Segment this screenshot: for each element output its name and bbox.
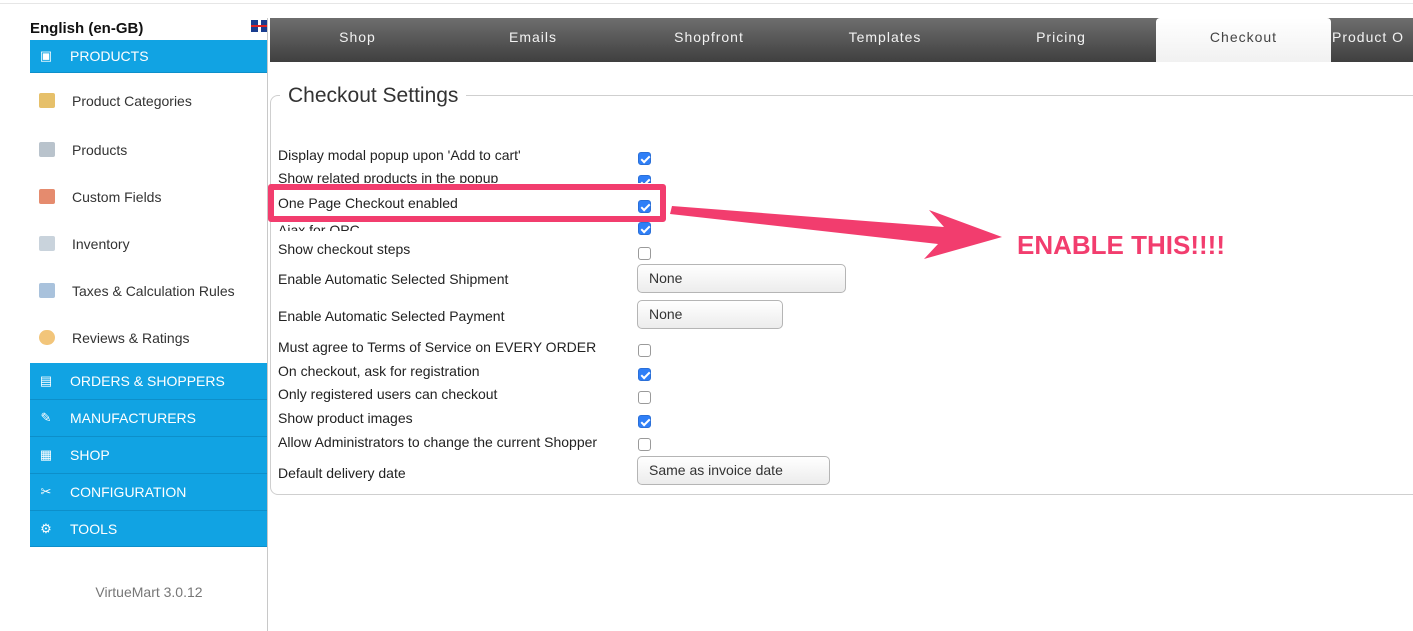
sidebar: English (en-GB) ▣ PRODUCTS Product Categ… <box>30 18 268 631</box>
tab-product-orders[interactable]: Product O <box>1332 18 1413 62</box>
products-icon <box>39 142 55 157</box>
sidebar-item-custom-fields[interactable]: Custom Fields <box>30 174 268 220</box>
sidebar-section-manufacturers[interactable]: ✎ MANUFACTURERS <box>30 400 268 437</box>
sidebar-item-label: Inventory <box>72 236 130 252</box>
setting-label: Must agree to Terms of Service on EVERY … <box>278 339 597 355</box>
tab-bar: Shop Emails Shopfront Templates Pricing … <box>270 18 1413 62</box>
sidebar-item-product-categories[interactable]: Product Categories <box>30 78 268 124</box>
ajax-opc-checkbox[interactable] <box>638 222 651 235</box>
annotation-text: ENABLE THIS!!!! <box>1017 230 1225 260</box>
setting-label: On checkout, ask for registration <box>278 363 480 379</box>
sidebar-item-taxes[interactable]: Taxes & Calculation Rules <box>30 268 268 314</box>
sidebar-section-tools[interactable]: ⚙ TOOLS <box>30 511 268 547</box>
tab-checkout[interactable]: Checkout <box>1156 18 1331 62</box>
top-divider <box>0 3 1413 4</box>
setting-label: Only registered users can checkout <box>278 386 498 402</box>
sidebar-item-products[interactable]: Products <box>30 127 268 173</box>
setting-label: Default delivery date <box>278 465 406 481</box>
sidebar-item-inventory[interactable]: Inventory <box>30 221 268 267</box>
setting-label: Show related products in the popup <box>278 170 499 183</box>
categories-icon <box>39 93 55 108</box>
setting-label: Ajax for OPC <box>278 222 360 231</box>
terms-of-service-checkbox[interactable] <box>638 344 651 357</box>
custom-fields-icon <box>39 189 55 204</box>
setting-label: Show checkout steps <box>278 241 411 257</box>
sidebar-item-reviews[interactable]: Reviews & Ratings <box>30 315 268 361</box>
tab-pricing[interactable]: Pricing <box>973 18 1149 62</box>
auto-payment-select[interactable]: None <box>637 300 783 329</box>
version-label: VirtueMart 3.0.12 <box>95 584 203 600</box>
calculator-icon <box>39 283 55 298</box>
sidebar-item-label: Products <box>72 142 128 158</box>
setting-label: Allow Administrators to change the curre… <box>278 434 598 450</box>
admin-change-shopper-checkbox[interactable] <box>638 438 651 451</box>
delivery-date-select[interactable]: Same as invoice date <box>637 456 830 485</box>
inventory-icon <box>39 236 55 251</box>
sidebar-section-products[interactable]: ▣ PRODUCTS <box>30 40 268 73</box>
speech-bubble-icon <box>39 330 55 345</box>
related-products-checkbox[interactable] <box>638 175 651 183</box>
sidebar-section-label: SHOP <box>70 447 110 463</box>
product-images-checkbox[interactable] <box>638 415 651 428</box>
sidebar-section-label: PRODUCTS <box>70 48 149 64</box>
wrench-icon: ✎ <box>40 410 52 425</box>
language-selector[interactable]: English (en-GB) <box>30 20 268 38</box>
registered-only-checkbox[interactable] <box>638 391 651 404</box>
sidebar-section-label: TOOLS <box>70 521 118 537</box>
sidebar-divider <box>267 18 268 631</box>
sidebar-section-label: MANUFACTURERS <box>70 410 197 426</box>
sidebar-item-label: Custom Fields <box>72 189 162 205</box>
language-label[interactable]: English (en-GB) <box>30 20 143 37</box>
orders-icon: ▤ <box>39 373 53 388</box>
sidebar-section-orders[interactable]: ▤ ORDERS & SHOPPERS <box>30 363 268 400</box>
sidebar-section-label: ORDERS & SHOPPERS <box>70 373 225 389</box>
modal-popup-checkbox[interactable] <box>638 152 651 165</box>
shop-icon: ▦ <box>39 447 53 462</box>
tab-templates[interactable]: Templates <box>797 18 973 62</box>
setting-label: Display modal popup upon 'Add to cart' <box>278 147 521 163</box>
sidebar-section-label: CONFIGURATION <box>70 484 187 500</box>
sidebar-item-label: Taxes & Calculation Rules <box>72 283 235 299</box>
annotation-highlight-box <box>268 184 666 222</box>
sidebar-section-shop[interactable]: ▦ SHOP <box>30 437 268 474</box>
sidebar-item-label: Reviews & Ratings <box>72 330 190 346</box>
sidebar-section-configuration[interactable]: ✂ CONFIGURATION <box>30 474 268 511</box>
auto-shipment-select[interactable]: None <box>637 264 846 293</box>
setting-label: Enable Automatic Selected Payment <box>278 308 505 324</box>
tab-shop[interactable]: Shop <box>270 18 445 62</box>
setting-label: Enable Automatic Selected Shipment <box>278 271 509 287</box>
checkout-steps-checkbox[interactable] <box>638 247 651 260</box>
tab-emails[interactable]: Emails <box>445 18 621 62</box>
tools-icon: ✂ <box>40 484 52 499</box>
tab-shopfront[interactable]: Shopfront <box>621 18 797 62</box>
setting-label: Show product images <box>278 410 413 426</box>
page-title: Checkout Settings <box>280 84 467 108</box>
folder-icon: ▣ <box>39 48 53 63</box>
ask-registration-checkbox[interactable] <box>638 368 651 381</box>
gear-icon: ⚙ <box>40 520 52 536</box>
annotation-arrow-icon <box>670 206 1002 259</box>
uk-flag-icon <box>251 20 268 32</box>
sidebar-item-label: Product Categories <box>72 93 192 109</box>
